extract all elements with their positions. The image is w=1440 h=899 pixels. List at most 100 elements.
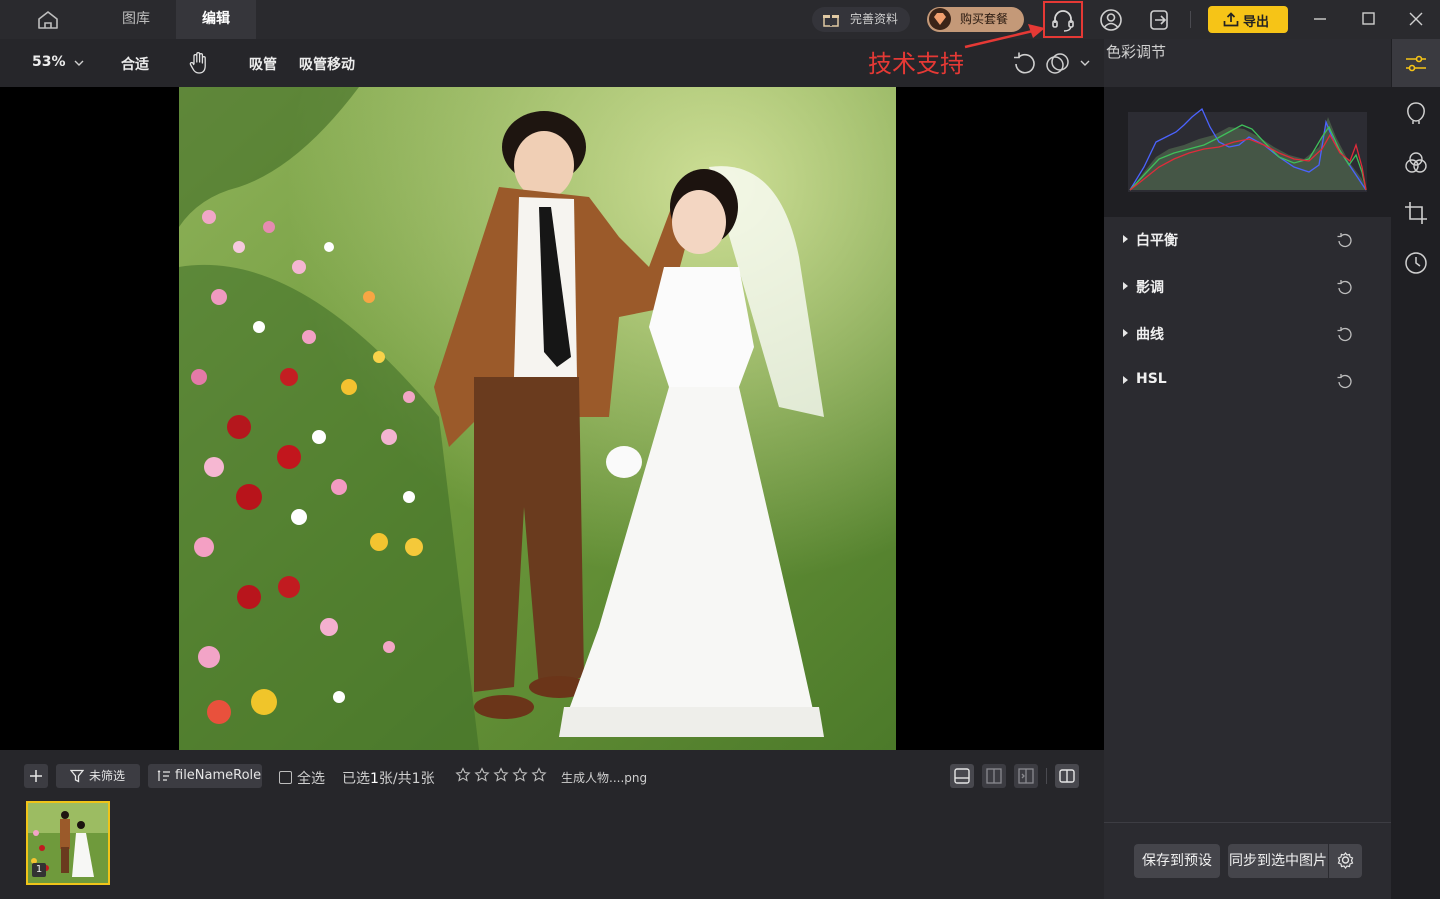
minimize-button[interactable] [1306, 6, 1334, 32]
save-preset-button[interactable]: 保存到预设 [1134, 844, 1220, 878]
eyedropper-button[interactable]: 吸管 [249, 54, 277, 74]
close-button[interactable] [1402, 6, 1430, 32]
complete-profile-button[interactable]: 完善资料 [812, 7, 910, 32]
caret-right-icon [1123, 329, 1128, 337]
sort-list-icon [157, 770, 170, 781]
caret-right-icon [1123, 376, 1128, 384]
sync-selected-button[interactable]: 同步到选中图片 [1228, 844, 1328, 878]
section-curves[interactable]: 曲线 [1104, 312, 1391, 358]
sidebar-item-color-adjust[interactable] [1403, 51, 1429, 77]
compare-side-icon [986, 768, 1002, 784]
export-button[interactable]: 导出 [1208, 6, 1288, 33]
hand-tool-button[interactable] [188, 51, 210, 75]
sidebar-item-color-mix[interactable] [1403, 150, 1429, 176]
sort-label: fileNameRole [175, 768, 262, 783]
thumbnail-item[interactable]: 1 [26, 801, 110, 885]
home-icon [38, 11, 58, 29]
support-annotation: 技术支持 [868, 50, 964, 78]
filmstrip-view-icon [954, 768, 970, 784]
annotation-arrow-icon [964, 24, 1045, 49]
sort-button[interactable]: fileNameRole [148, 764, 262, 788]
sign-out-icon [1150, 10, 1168, 30]
section-white-balance[interactable]: 白平衡 [1104, 218, 1391, 264]
zoom-dropdown[interactable]: 53% [32, 54, 66, 70]
section-label: HSL [1136, 371, 1167, 387]
export-label: 导出 [1243, 15, 1270, 30]
checkbox-box [279, 771, 292, 784]
sliders-icon [1406, 55, 1426, 72]
wedding-photo-image [179, 87, 896, 750]
plus-icon [30, 770, 42, 782]
selected-suffix: 张 [420, 771, 435, 787]
user-icon [1100, 9, 1122, 31]
star-icon[interactable] [493, 767, 509, 783]
add-image-button[interactable] [24, 764, 48, 788]
reset-icon[interactable] [1336, 326, 1354, 344]
section-tone[interactable]: 影调 [1104, 265, 1391, 311]
selection-count: 已选1张/共1张 [342, 768, 435, 788]
upload-icon [1223, 12, 1239, 27]
clock-icon [1405, 252, 1427, 274]
filter-icon [70, 769, 84, 783]
diamond-icon [929, 8, 951, 30]
hand-icon [189, 52, 206, 74]
select-all-label: 全选 [297, 771, 325, 787]
star-icon[interactable] [455, 767, 471, 783]
maximize-icon [1362, 12, 1375, 25]
color-circles-icon [1405, 152, 1427, 173]
section-label: 影调 [1136, 280, 1164, 296]
reset-icon[interactable] [1336, 279, 1354, 297]
star-icon[interactable] [512, 767, 528, 783]
tab-edit[interactable]: 编辑 [176, 0, 256, 39]
before-after-icon [1059, 769, 1075, 783]
total-count: 1 [411, 771, 421, 787]
maximize-button[interactable] [1354, 6, 1382, 32]
panel-title: 色彩调节 [1106, 43, 1167, 61]
compare-chevron-down-icon[interactable] [1079, 58, 1091, 68]
sync-settings-button[interactable] [1329, 844, 1362, 878]
tab-gallery[interactable]: 图库 [96, 0, 176, 39]
crop-icon [1405, 202, 1427, 224]
select-all-checkbox[interactable]: 全选 [279, 768, 325, 788]
sidebar-item-portrait[interactable] [1403, 100, 1429, 126]
undo-button[interactable] [1011, 51, 1037, 77]
section-label: 白平衡 [1136, 233, 1178, 249]
titlebar-divider [1190, 11, 1191, 28]
fit-button[interactable]: 合适 [121, 54, 149, 74]
gear-icon [1337, 852, 1354, 869]
view-divider [1046, 768, 1047, 784]
face-icon [1407, 102, 1425, 124]
minimize-icon [1314, 18, 1326, 20]
home-button[interactable] [28, 8, 68, 32]
section-label: 曲线 [1136, 327, 1164, 343]
logout-button[interactable] [1145, 6, 1173, 34]
overlap-circles-icon [1046, 53, 1069, 74]
compare-button[interactable] [1045, 51, 1071, 77]
star-icon[interactable] [531, 767, 547, 783]
zoom-value: 53% [32, 54, 66, 70]
reset-icon[interactable] [1336, 373, 1354, 391]
thumbnail-index: 1 [32, 863, 46, 877]
view-split-button[interactable] [1014, 764, 1038, 788]
edited-photo[interactable] [179, 87, 896, 750]
eyedropper-move-button[interactable]: 吸管移动 [299, 54, 355, 74]
chevron-down-icon[interactable] [73, 58, 85, 68]
star-rating[interactable] [455, 767, 550, 783]
undo-icon [1014, 52, 1035, 74]
account-button[interactable] [1097, 6, 1125, 34]
complete-profile-label: 完善资料 [850, 12, 899, 26]
section-hsl[interactable]: HSL [1104, 359, 1391, 405]
filter-button[interactable]: 未筛选 [56, 764, 140, 788]
star-icon[interactable] [474, 767, 490, 783]
reset-icon[interactable] [1336, 232, 1354, 250]
view-side-by-side-button[interactable] [982, 764, 1006, 788]
selected-count: 1 [370, 771, 379, 787]
caret-right-icon [1123, 282, 1128, 290]
sidebar-item-history[interactable] [1403, 250, 1429, 276]
view-filmstrip-button[interactable] [950, 764, 974, 788]
selected-prefix: 已选 [342, 771, 370, 787]
panel-divider [1104, 822, 1391, 823]
close-icon [1409, 12, 1423, 26]
view-before-after-button[interactable] [1055, 764, 1079, 788]
sidebar-item-crop[interactable] [1403, 200, 1429, 226]
